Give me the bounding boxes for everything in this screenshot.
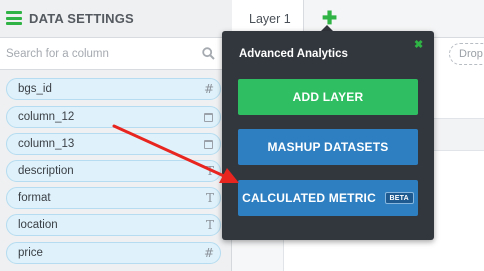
column-search-box bbox=[0, 38, 231, 70]
popover-title: Advanced Analytics bbox=[239, 48, 348, 60]
calendar-type-icon bbox=[204, 113, 213, 122]
text-type-icon: T bbox=[205, 218, 214, 232]
filter-drop-zone[interactable]: Drop bbox=[449, 43, 484, 65]
text-type-icon: T bbox=[205, 164, 214, 178]
column-name: location bbox=[18, 219, 58, 231]
add-layer-button-label: ADD LAYER bbox=[292, 90, 364, 104]
column-pill-price[interactable]: price # bbox=[6, 242, 221, 264]
column-name: column_13 bbox=[18, 138, 75, 150]
number-type-icon: # bbox=[203, 246, 214, 260]
column-pill-location[interactable]: location T bbox=[6, 214, 221, 236]
app-root: DATA SETTINGS bgs_id # column_12 column_… bbox=[0, 0, 484, 271]
column-name: bgs_id bbox=[18, 83, 52, 95]
panel-title: DATA SETTINGS bbox=[29, 11, 134, 26]
column-name: price bbox=[18, 247, 43, 259]
close-icon[interactable]: ✖ bbox=[414, 38, 423, 51]
mashup-datasets-button[interactable]: MASHUP DATASETS bbox=[238, 129, 418, 165]
drop-zone-text: Drop bbox=[459, 48, 483, 60]
beta-badge: BETA bbox=[384, 191, 414, 204]
column-pill-format[interactable]: format T bbox=[6, 187, 221, 209]
data-settings-panel: DATA SETTINGS bgs_id # column_12 column_… bbox=[0, 0, 232, 271]
column-pill-column-12[interactable]: column_12 bbox=[6, 106, 221, 128]
mashup-datasets-button-label: MASHUP DATASETS bbox=[267, 140, 389, 154]
number-type-icon: # bbox=[203, 82, 214, 96]
text-type-icon: T bbox=[205, 191, 214, 205]
column-pill-bgs-id[interactable]: bgs_id # bbox=[6, 78, 221, 100]
add-layer-button[interactable]: ADD LAYER bbox=[238, 79, 418, 115]
calculated-metric-button[interactable]: CALCULATED METRIC BETA bbox=[238, 180, 418, 216]
column-name: format bbox=[18, 192, 51, 204]
hamburger-icon[interactable] bbox=[6, 11, 22, 25]
calendar-type-icon bbox=[204, 140, 213, 149]
tab-label: Layer 1 bbox=[249, 12, 291, 26]
panel-header: DATA SETTINGS bbox=[0, 0, 232, 38]
column-name: description bbox=[18, 165, 74, 177]
search-icon[interactable] bbox=[202, 47, 215, 60]
column-name: column_12 bbox=[18, 111, 75, 123]
column-search-input[interactable] bbox=[6, 45, 196, 63]
calculated-metric-button-label: CALCULATED METRIC bbox=[242, 191, 376, 205]
advanced-analytics-popover: Advanced Analytics ✖ ADD LAYER MASHUP DA… bbox=[222, 31, 434, 240]
column-pill-column-13[interactable]: column_13 bbox=[6, 133, 221, 155]
column-pill-description[interactable]: description T bbox=[6, 160, 221, 182]
